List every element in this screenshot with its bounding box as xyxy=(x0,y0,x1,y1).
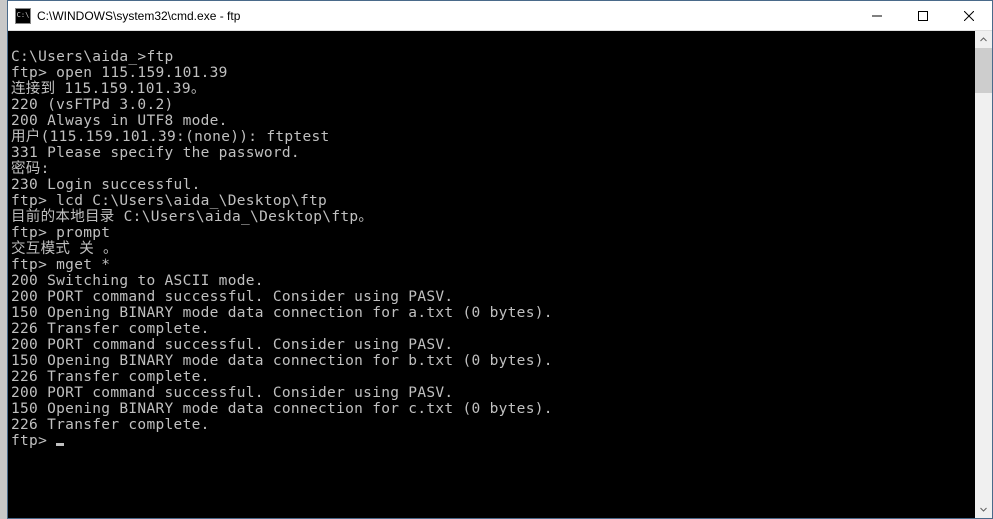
window-title: C:\WINDOWS\system32\cmd.exe - ftp xyxy=(37,9,854,23)
terminal-line: 目前的本地目录 C:\Users\aida_\Desktop\ftp。 xyxy=(11,209,975,225)
terminal-line: 226 Transfer complete. xyxy=(11,417,975,433)
chevron-down-icon xyxy=(980,506,987,513)
terminal-line: 连接到 115.159.101.39。 xyxy=(11,81,975,97)
terminal-prompt-line: ftp> xyxy=(11,433,975,449)
terminal-line: 密码: xyxy=(11,161,975,177)
terminal-line: 230 Login successful. xyxy=(11,177,975,193)
terminal-line: 226 Transfer complete. xyxy=(11,369,975,385)
background-strip xyxy=(0,0,7,519)
scrollbar-up-button[interactable] xyxy=(975,31,992,48)
terminal-line: 200 Always in UTF8 mode. xyxy=(11,113,975,129)
minimize-icon xyxy=(872,11,882,21)
minimize-button[interactable] xyxy=(854,1,900,30)
terminal-line: 331 Please specify the password. xyxy=(11,145,975,161)
app-icon-text: C:\ xyxy=(17,12,30,19)
terminal-content: C:\Users\aida_>ftpftp> open 115.159.101.… xyxy=(8,31,975,518)
app-icon: C:\ xyxy=(15,8,31,24)
terminal-line: 200 PORT command successful. Consider us… xyxy=(11,385,975,401)
scrollbar-thumb[interactable] xyxy=(975,48,992,93)
terminal-line: ftp> mget * xyxy=(11,257,975,273)
ftp-prompt: ftp> xyxy=(11,433,56,449)
terminal-line: ftp> prompt xyxy=(11,225,975,241)
terminal-line: 220 (vsFTPd 3.0.2) xyxy=(11,97,975,113)
terminal-area[interactable]: C:\Users\aida_>ftpftp> open 115.159.101.… xyxy=(8,31,992,518)
terminal-line: ftp> open 115.159.101.39 xyxy=(11,65,975,81)
maximize-icon xyxy=(918,11,928,21)
terminal-line: 150 Opening BINARY mode data connection … xyxy=(11,353,975,369)
chevron-up-icon xyxy=(980,36,987,43)
terminal-line: 用户(115.159.101.39:(none)): ftptest xyxy=(11,129,975,145)
terminal-line: 交互模式 关 。 xyxy=(11,241,975,257)
scrollbar-down-button[interactable] xyxy=(975,501,992,518)
terminal-line: 200 PORT command successful. Consider us… xyxy=(11,289,975,305)
cmd-window: C:\ C:\WINDOWS\system32\cmd.exe - ftp C:… xyxy=(7,0,993,519)
maximize-button[interactable] xyxy=(900,1,946,30)
terminal-line: C:\Users\aida_>ftp xyxy=(11,49,975,65)
terminal-line: 150 Opening BINARY mode data connection … xyxy=(11,305,975,321)
terminal-line: ftp> lcd C:\Users\aida_\Desktop\ftp xyxy=(11,193,975,209)
title-bar[interactable]: C:\ C:\WINDOWS\system32\cmd.exe - ftp xyxy=(8,1,992,31)
terminal-line: 150 Opening BINARY mode data connection … xyxy=(11,401,975,417)
close-icon xyxy=(964,11,974,21)
window-controls xyxy=(854,1,992,30)
terminal-line: 200 PORT command successful. Consider us… xyxy=(11,337,975,353)
scrollbar-track[interactable] xyxy=(975,31,992,518)
terminal-line: 200 Switching to ASCII mode. xyxy=(11,273,975,289)
close-button[interactable] xyxy=(946,1,992,30)
terminal-line xyxy=(11,33,975,49)
cursor xyxy=(56,443,64,446)
terminal-line: 226 Transfer complete. xyxy=(11,321,975,337)
